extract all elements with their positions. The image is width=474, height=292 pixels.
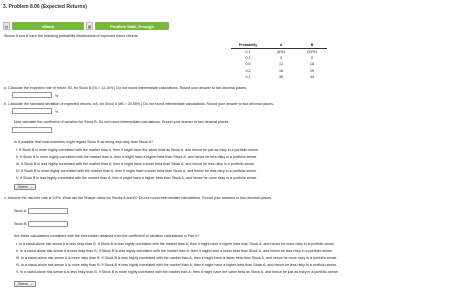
risk-question: Is it possible that most investors might… <box>14 140 154 144</box>
std-dev-a-input[interactable]: % <box>12 108 58 114</box>
part-a-question: a. Calculate the expected rate of return… <box>4 86 248 90</box>
video-icon: ▦ <box>86 22 93 30</box>
walkthrough-button[interactable]: ▦ Problem Walk-Through <box>86 22 169 30</box>
consistency-question: Are these calculations consistent with t… <box>14 234 200 238</box>
intro-text: Stocks A and B have the following probab… <box>4 34 139 38</box>
select-value: -Select- <box>17 282 29 286</box>
cv-b-input[interactable] <box>12 127 52 133</box>
chevron-down-icon: ⌄ <box>30 282 33 286</box>
expected-return-b-input[interactable]: % <box>12 92 58 98</box>
problem-title: 3. Problem 8.06 (Expected Returns) <box>3 4 87 10</box>
walkthrough-label: Problem Walk-Through <box>110 23 154 29</box>
ebook-icon: ▤ <box>3 22 10 30</box>
consistency-option-1: I. In a stand-alone risk sense A is less… <box>16 242 336 246</box>
chevron-down-icon: ⌄ <box>30 185 33 189</box>
stock-b-label: Stock B: <box>14 222 28 226</box>
risk-option-1: I. If Stock B is more highly correlated … <box>16 148 259 152</box>
sharpe-a-input[interactable] <box>28 208 68 214</box>
risk-option-5: V. If Stock B is less highly correlated … <box>16 176 258 180</box>
stock-a-label: Stock A: <box>14 209 28 213</box>
consistency-option-2: II. In a stand-alone risk sense A is les… <box>16 249 333 253</box>
sharpe-b-input[interactable] <box>28 221 68 227</box>
consistency-option-4: IV. In a stand-alone risk sense A is mor… <box>16 263 338 267</box>
ebook-button[interactable]: ▤ eBook <box>3 22 84 30</box>
probability-table: Probability A B 0.1 (6%) (39%) 0.1 3 0 0… <box>231 43 327 80</box>
cv-prompt: Now calculate the coefficient of variati… <box>14 120 230 124</box>
risk-select[interactable]: -Select- ⌄ <box>14 184 36 190</box>
consistency-option-3: III. In a stand-alone risk sense A is mo… <box>16 256 338 260</box>
risk-option-2: II. If Stock B is more highly correlated… <box>16 155 258 159</box>
risk-option-4: IV. If Stock B is more highly correlated… <box>16 169 257 173</box>
table-row: 0.1 (6%) (39%) <box>231 49 327 55</box>
ebook-label: eBook <box>41 23 55 29</box>
consistency-select[interactable]: -Select- ⌄ <box>14 281 36 287</box>
part-c-question: c. Assume the risk-free rate is 3.5%. Wh… <box>4 196 273 200</box>
part-b-question: b. Calculate the standard deviation of e… <box>4 102 275 106</box>
percent-sign: % <box>55 93 59 98</box>
percent-sign: % <box>55 109 59 114</box>
table-row: 0.1 36 44 <box>231 74 327 80</box>
table-cell: 0.1 <box>245 75 251 80</box>
table-cell: 44 <box>310 75 314 80</box>
table-row: 0.5 12 18 <box>231 62 327 68</box>
select-value: -Select- <box>17 185 29 189</box>
table-row: 0.2 18 25 <box>231 68 327 74</box>
consistency-option-5: V. In a stand-alone risk sense A is less… <box>16 270 339 274</box>
table-cell: 36 <box>279 75 283 80</box>
risk-option-3: III. If Stock B is less highly correlate… <box>16 162 256 166</box>
